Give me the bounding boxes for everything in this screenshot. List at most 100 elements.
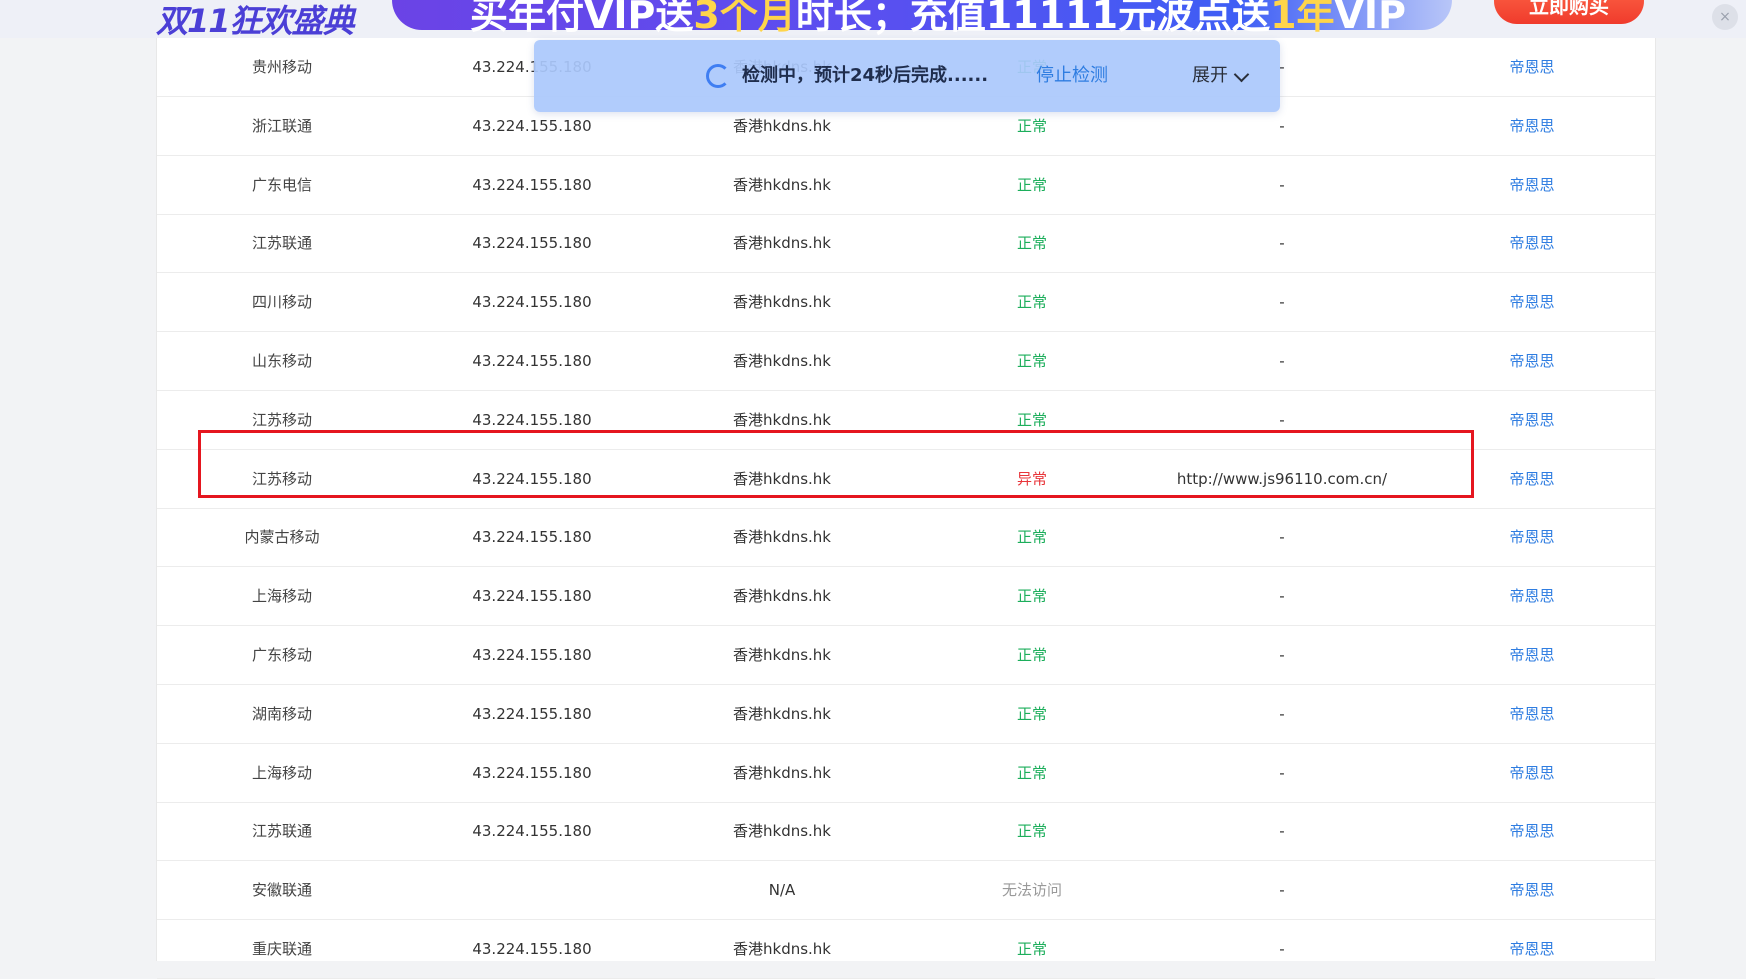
action-link[interactable]: 帝恩思 (1407, 156, 1657, 214)
location-cell: 香港hkdns.hk (733, 763, 831, 782)
hijack-cell: - (1279, 293, 1285, 312)
status-cell: 正常 (1016, 528, 1047, 547)
location-cell: 香港hkdns.hk (733, 646, 831, 664)
table-row: 江苏移动 43.224.155.180 香港hkdns.hk 正常 - 帝恩思 (157, 391, 1655, 450)
chevron-down-icon (1233, 66, 1250, 82)
table-row: 江苏联通 43.224.155.180 香港hkdns.hk 正常 - 帝恩思 (157, 802, 1657, 862)
promo-banner[interactable]: 双11狂欢盛典 买年付VIP送3个月时长；充值11111元波点送1年VIP 立即… (0, 0, 1746, 38)
line-cell: 重庆联通 (251, 940, 312, 958)
status-cell: 正常 (1016, 704, 1047, 723)
ip-cell: 43.224.155.180 (472, 763, 592, 782)
action-link[interactable]: 帝恩思 (1407, 391, 1657, 449)
hijack-cell: - (1279, 646, 1285, 664)
status-cell: 正常 (1016, 352, 1047, 370)
action-link[interactable]: 帝恩思 (1407, 920, 1657, 978)
status-cell: 异常 (1016, 469, 1047, 488)
table-row: 广东电信 43.224.155.180 香港hkdns.hk 正常 - 帝恩思 (157, 156, 1655, 215)
action-link[interactable]: 帝恩思 (1407, 214, 1657, 272)
loading-spinner-icon (706, 64, 730, 88)
line-cell: 四川移动 (251, 293, 312, 312)
ip-cell: 43.224.155.180 (472, 410, 592, 429)
table-row: 江苏联通 43.224.155.180 香港hkdns.hk 正常 - 帝恩思 (157, 214, 1657, 274)
line-cell: 江苏移动 (251, 469, 312, 488)
expand-button[interactable]: 展开 (1192, 40, 1250, 112)
status-cell: 正常 (1016, 646, 1047, 664)
hijack-cell: - (1279, 528, 1285, 547)
hijack-cell: - (1279, 763, 1285, 782)
location-cell: 香港hkdns.hk (733, 587, 831, 606)
ip-cell: 43.224.155.180 (472, 822, 592, 841)
detection-progress-popup: 检测中，预计24秒后完成...... 停止检测 展开 (534, 40, 1280, 112)
location-cell: 香港hkdns.hk (733, 528, 831, 547)
action-link[interactable]: 帝恩思 (1407, 97, 1657, 155)
location-cell: 香港hkdns.hk (733, 704, 831, 723)
hijack-cell: http://www.js96110.com.cn/ (1176, 469, 1388, 488)
action-link[interactable]: 帝恩思 (1407, 450, 1657, 508)
location-cell: 香港hkdns.hk (733, 940, 831, 958)
location-cell: 香港hkdns.hk (733, 822, 831, 841)
action-link[interactable]: 帝恩思 (1407, 273, 1657, 331)
ip-cell: 43.224.155.180 (472, 175, 592, 194)
hijack-cell: - (1279, 881, 1285, 900)
close-icon[interactable]: × (1712, 4, 1738, 30)
table-row: 湖南移动 43.224.155.180 香港hkdns.hk 正常 - 帝恩思 (157, 685, 1655, 744)
hijack-cell: - (1279, 704, 1285, 723)
action-link[interactable]: 帝恩思 (1407, 744, 1657, 802)
hijack-cell: - (1279, 822, 1285, 841)
status-cell: 正常 (1016, 763, 1047, 782)
ip-cell: 43.224.155.180 (472, 704, 592, 723)
hijack-cell: - (1279, 410, 1285, 429)
table-row: 山东移动 43.224.155.180 香港hkdns.hk 正常 - 帝恩思 (157, 332, 1655, 391)
action-link[interactable]: 帝恩思 (1407, 802, 1657, 860)
expand-label: 展开 (1192, 65, 1228, 86)
location-cell: 香港hkdns.hk (733, 234, 831, 253)
ip-cell: 43.224.155.180 (472, 646, 592, 664)
stop-detection-link[interactable]: 停止检测 (1036, 40, 1108, 112)
table-row: 上海移动 43.224.155.180 香港hkdns.hk 正常 - 帝恩思 (157, 744, 1655, 803)
table-row: 四川移动 43.224.155.180 香港hkdns.hk 正常 - 帝恩思 (157, 273, 1657, 333)
status-cell: 正常 (1016, 293, 1047, 312)
location-cell: 香港hkdns.hk (733, 175, 831, 194)
banner-text: 买年付VIP送3个月时长；充值11111元波点送1年VIP (470, 0, 1406, 38)
hijack-cell: - (1279, 587, 1285, 606)
table-row: 内蒙古移动 43.224.155.180 香港hkdns.hk 正常 - 帝恩思 (157, 508, 1657, 568)
location-cell: 香港hkdns.hk (733, 293, 831, 312)
ip-cell (407, 861, 657, 919)
line-cell: 安徽联通 (251, 881, 312, 900)
ip-cell: 43.224.155.180 (472, 528, 592, 547)
action-link[interactable]: 帝恩思 (1407, 861, 1657, 919)
hijack-cell: - (1279, 175, 1285, 194)
location-cell: 香港hkdns.hk (733, 410, 831, 429)
line-cell: 内蒙古移动 (244, 528, 320, 547)
action-link[interactable]: 帝恩思 (1407, 332, 1657, 390)
ip-cell: 43.224.155.180 (472, 587, 592, 606)
status-cell: 正常 (1016, 822, 1047, 841)
action-link[interactable]: 帝恩思 (1407, 508, 1657, 566)
action-link[interactable]: 帝恩思 (1407, 38, 1657, 96)
hijack-cell: - (1279, 234, 1285, 253)
ip-cell: 43.224.155.180 (472, 352, 592, 370)
action-link[interactable]: 帝恩思 (1407, 567, 1657, 625)
ip-cell: 43.224.155.180 (472, 940, 592, 958)
status-cell: 无法访问 (1001, 881, 1062, 900)
line-cell: 广东移动 (251, 646, 312, 664)
banner-logo: 双11狂欢盛典 (156, 2, 355, 38)
line-cell: 湖南移动 (251, 704, 312, 723)
line-cell: 山东移动 (251, 352, 312, 370)
ip-cell: 43.224.155.180 (472, 293, 592, 312)
location-cell: N/A (768, 881, 796, 900)
status-cell: 正常 (1016, 940, 1047, 958)
hijack-cell: - (1279, 352, 1285, 370)
line-cell: 上海移动 (251, 587, 312, 606)
status-cell: 正常 (1016, 410, 1047, 429)
banner-text-part: 买年付VIP送 (470, 0, 694, 37)
table-row: 江苏移动 43.224.155.180 香港hkdns.hk 异常 http://www… (157, 450, 1655, 509)
buy-now-button[interactable]: 立即购买 (1494, 0, 1644, 24)
action-link[interactable]: 帝恩思 (1407, 685, 1657, 743)
line-cell: 江苏联通 (251, 234, 312, 253)
ip-cell: 43.224.155.180 (472, 469, 592, 488)
line-cell: 浙江联通 (251, 116, 312, 135)
action-link[interactable]: 帝恩思 (1407, 626, 1657, 684)
banner-text-highlight: 3个月 (693, 0, 796, 37)
table-row: 上海移动 43.224.155.180 香港hkdns.hk 正常 - 帝恩思 (157, 567, 1657, 627)
